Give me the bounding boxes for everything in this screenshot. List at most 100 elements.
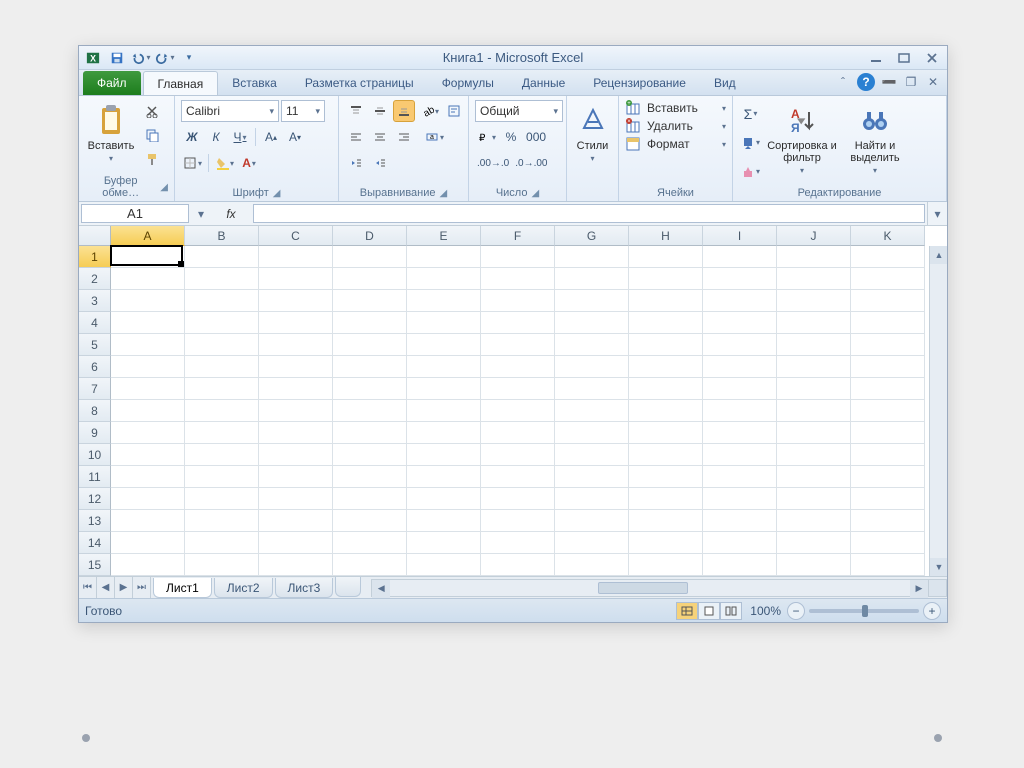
number-dialog-launcher[interactable]: ◢: [531, 188, 539, 199]
row-header[interactable]: 13: [79, 510, 111, 532]
cell[interactable]: [777, 532, 851, 554]
zoom-slider[interactable]: [809, 609, 919, 613]
cell[interactable]: [851, 510, 925, 532]
cell[interactable]: [481, 378, 555, 400]
cell[interactable]: [851, 466, 925, 488]
delete-cells-button[interactable]: ×Удалить▾: [625, 118, 726, 134]
row-header[interactable]: 3: [79, 290, 111, 312]
cell[interactable]: [629, 466, 703, 488]
cell[interactable]: [703, 246, 777, 268]
prev-sheet-button[interactable]: ◀: [97, 577, 115, 598]
row-header[interactable]: 10: [79, 444, 111, 466]
cell[interactable]: [111, 444, 185, 466]
cell[interactable]: [777, 246, 851, 268]
cell[interactable]: [703, 444, 777, 466]
row-header[interactable]: 15: [79, 554, 111, 576]
minimize-button[interactable]: [865, 49, 887, 67]
cell[interactable]: [703, 488, 777, 510]
cell[interactable]: [629, 334, 703, 356]
cell[interactable]: [481, 510, 555, 532]
insert-cells-button[interactable]: +Вставить▾: [625, 100, 726, 116]
cell[interactable]: [629, 488, 703, 510]
cell[interactable]: [185, 378, 259, 400]
page-layout-view-button[interactable]: [698, 602, 720, 620]
cell[interactable]: [481, 554, 555, 576]
increase-decimal-button[interactable]: .00→.0: [475, 152, 511, 174]
fill-handle[interactable]: [178, 261, 184, 267]
cell[interactable]: [111, 400, 185, 422]
cell[interactable]: [481, 466, 555, 488]
clipboard-dialog-launcher[interactable]: ◢: [160, 182, 168, 193]
name-box[interactable]: A1: [81, 204, 189, 223]
cell[interactable]: [555, 268, 629, 290]
cell[interactable]: [333, 510, 407, 532]
help-icon[interactable]: ?: [857, 73, 875, 91]
increase-indent-button[interactable]: [369, 152, 391, 174]
formula-input[interactable]: [253, 204, 925, 223]
number-format-combo[interactable]: Общий▾: [475, 100, 563, 122]
cell[interactable]: [407, 532, 481, 554]
format-cells-button[interactable]: Формат▾: [625, 136, 726, 152]
row-header[interactable]: 7: [79, 378, 111, 400]
cell[interactable]: [111, 356, 185, 378]
last-sheet-button[interactable]: ⏭: [133, 577, 151, 598]
cell[interactable]: [111, 290, 185, 312]
font-dialog-launcher[interactable]: ◢: [273, 188, 281, 199]
cell[interactable]: [185, 356, 259, 378]
cell[interactable]: [333, 554, 407, 576]
cell[interactable]: [185, 422, 259, 444]
cell[interactable]: [333, 444, 407, 466]
cell[interactable]: [185, 488, 259, 510]
cell[interactable]: [555, 312, 629, 334]
cell[interactable]: [407, 312, 481, 334]
cell[interactable]: [851, 334, 925, 356]
cell[interactable]: [259, 356, 333, 378]
row-header[interactable]: 12: [79, 488, 111, 510]
cell[interactable]: [333, 466, 407, 488]
cell[interactable]: [111, 532, 185, 554]
redo-button[interactable]: [155, 48, 175, 68]
save-button[interactable]: [107, 48, 127, 68]
cell[interactable]: [629, 444, 703, 466]
shrink-font-button[interactable]: A▾: [284, 126, 306, 148]
page-break-view-button[interactable]: [720, 602, 742, 620]
font-name-combo[interactable]: Calibri▾: [181, 100, 279, 122]
orientation-button[interactable]: ab: [419, 100, 441, 122]
paste-button[interactable]: Вставить ▾: [85, 100, 137, 173]
cell[interactable]: [111, 488, 185, 510]
cell[interactable]: [407, 268, 481, 290]
tab-page-layout[interactable]: Разметка страницы: [291, 71, 428, 95]
cell[interactable]: [851, 312, 925, 334]
cell[interactable]: [407, 290, 481, 312]
cell[interactable]: [259, 488, 333, 510]
cell[interactable]: [259, 554, 333, 576]
cell[interactable]: [333, 378, 407, 400]
tab-view[interactable]: Вид: [700, 71, 750, 95]
cell[interactable]: [259, 334, 333, 356]
cell[interactable]: [851, 268, 925, 290]
sheet-tab[interactable]: Лист3: [275, 578, 334, 598]
row-header[interactable]: 5: [79, 334, 111, 356]
align-top-button[interactable]: [345, 100, 367, 122]
find-select-button[interactable]: Найти и выделить ▾: [842, 100, 908, 185]
scroll-up-arrow[interactable]: ▲: [930, 246, 947, 264]
row-header[interactable]: 9: [79, 422, 111, 444]
cell[interactable]: [555, 334, 629, 356]
cell[interactable]: [703, 554, 777, 576]
normal-view-button[interactable]: [676, 602, 698, 620]
cell[interactable]: [185, 246, 259, 268]
merge-cells-button[interactable]: a: [423, 126, 446, 148]
tab-insert[interactable]: Вставка: [218, 71, 291, 95]
cell[interactable]: [851, 356, 925, 378]
cell[interactable]: [407, 466, 481, 488]
cell[interactable]: [851, 378, 925, 400]
column-header[interactable]: F: [481, 226, 555, 246]
cell[interactable]: [259, 246, 333, 268]
cell[interactable]: [111, 466, 185, 488]
grow-font-button[interactable]: A▴: [260, 126, 282, 148]
cell[interactable]: [851, 488, 925, 510]
cell[interactable]: [555, 246, 629, 268]
row-header[interactable]: 11: [79, 466, 111, 488]
row-header[interactable]: 1: [79, 246, 111, 268]
cell[interactable]: [703, 268, 777, 290]
